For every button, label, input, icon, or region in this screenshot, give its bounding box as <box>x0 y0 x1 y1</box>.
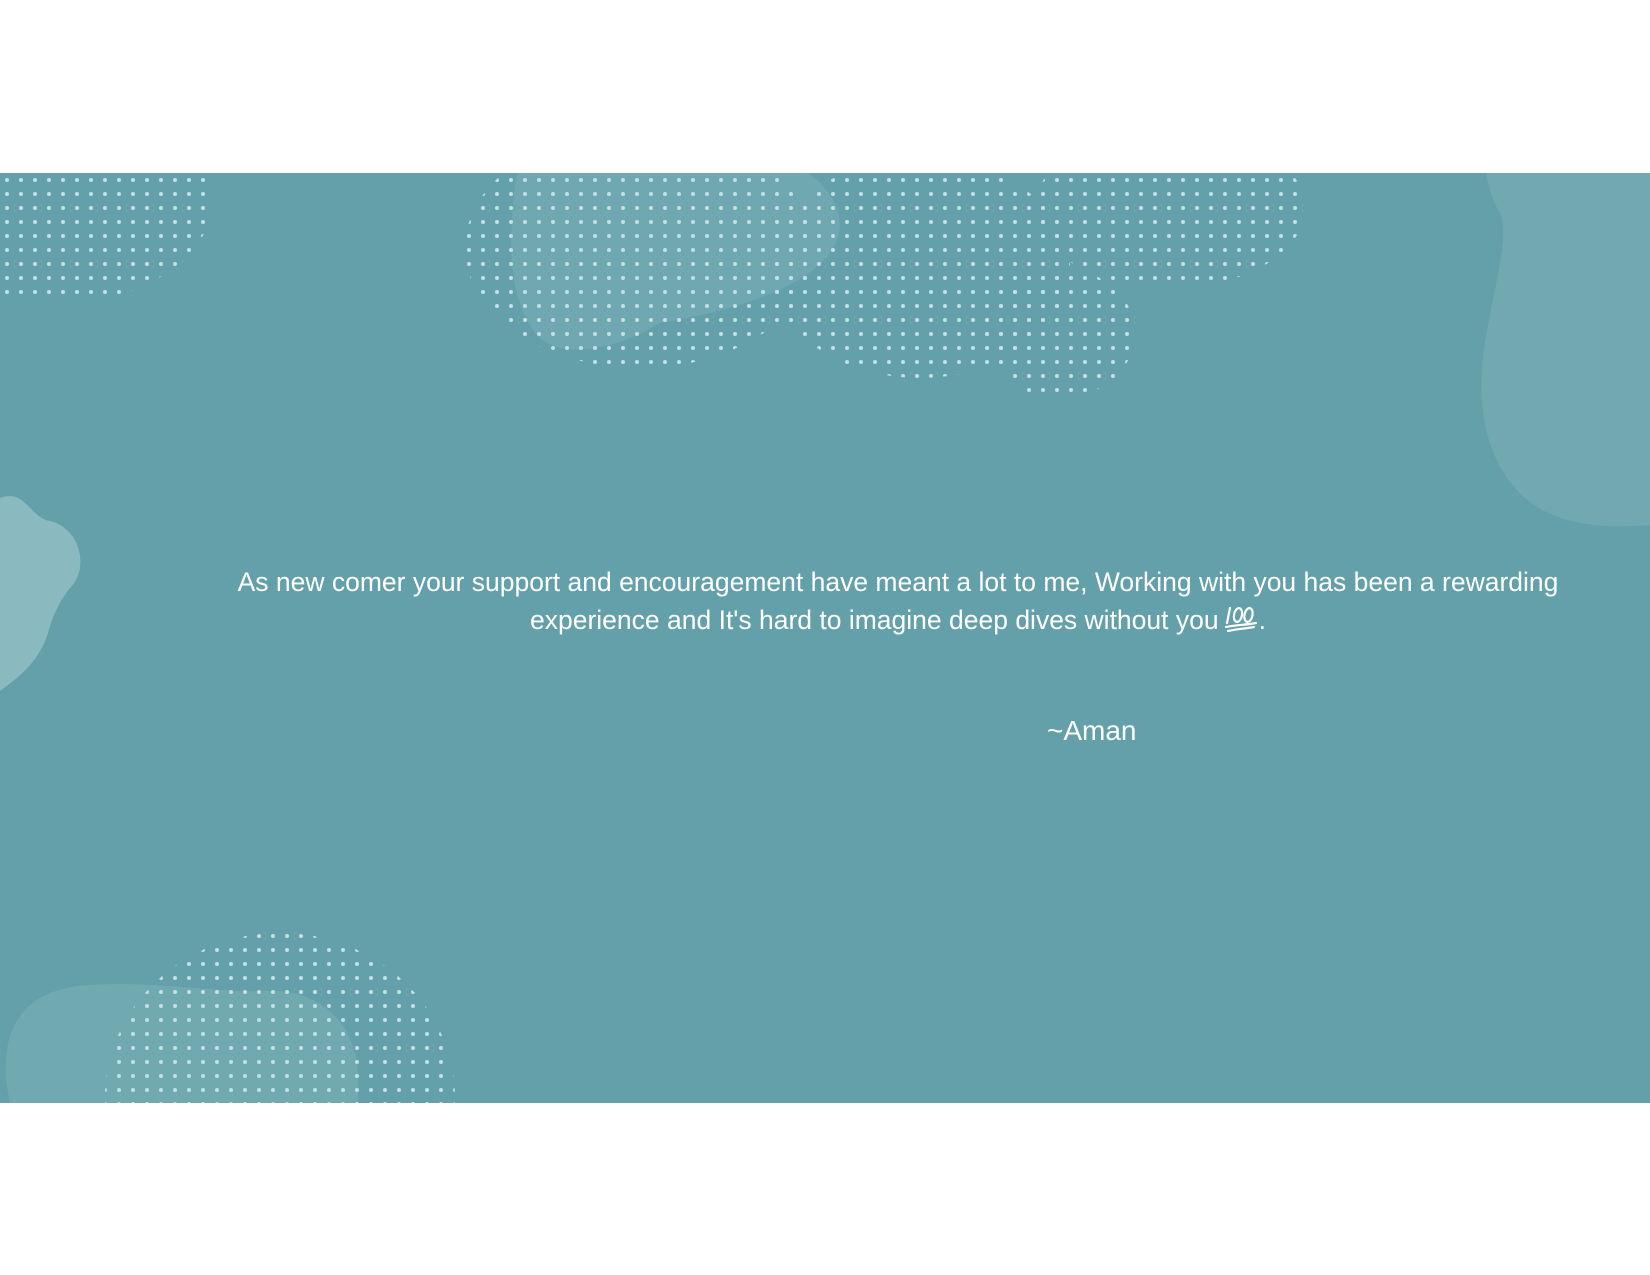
signature: ~Aman <box>1047 715 1137 746</box>
blob-left-middle <box>0 495 81 691</box>
dots-top-left <box>0 173 215 303</box>
appreciation-message: As new comer your support and encouragem… <box>178 563 1618 639</box>
message-end-punctuation: . <box>1258 605 1266 635</box>
dots-top-center-right <box>985 268 1135 398</box>
dots-bottom-left <box>105 933 455 1103</box>
message-text: As new comer your support and encouragem… <box>237 567 1559 635</box>
hundred-points-emoji-icon <box>1224 606 1257 633</box>
blob-top-right <box>1481 173 1650 527</box>
dots-top-center-left <box>465 173 815 368</box>
page: As new comer your support and encouragem… <box>0 0 1650 1275</box>
slide: As new comer your support and encouragem… <box>0 173 1650 1103</box>
